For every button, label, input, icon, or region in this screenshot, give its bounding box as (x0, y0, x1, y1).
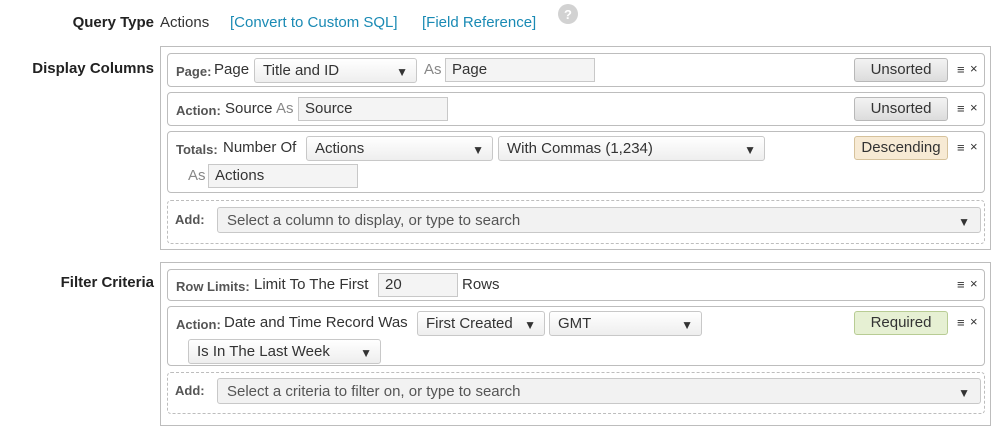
select-placeholder: Select a column to display, or type to s… (227, 212, 521, 229)
column-tag: Page: (176, 64, 212, 79)
filter-criteria-label: Filter Criteria (60, 274, 154, 291)
action-filter-row: Action: Date and Time Record Was First C… (167, 306, 985, 366)
display-columns-panel: Page: Page Title and ID ▼ As Page Unsort… (160, 46, 991, 250)
chevron-down-icon: ▼ (958, 215, 970, 229)
close-icon[interactable]: × (970, 100, 978, 115)
chevron-down-icon: ▼ (681, 318, 693, 332)
as-label: As (276, 100, 294, 117)
add-criteria-row: Add: Select a criteria to filter on, or … (167, 372, 985, 414)
row-limits-tag: Row Limits: (176, 279, 250, 294)
add-column-select[interactable]: Select a column to display, or type to s… (217, 207, 981, 233)
help-icon[interactable]: ? (558, 4, 578, 24)
select-value: First Created (426, 315, 513, 332)
sort-button[interactable]: Unsorted (854, 58, 948, 82)
display-columns-label: Display Columns (32, 60, 154, 77)
select-value: Is In The Last Week (197, 343, 330, 360)
chevron-down-icon: ▼ (472, 143, 484, 157)
drag-handle-icon[interactable]: ≡ (957, 140, 965, 155)
column-tag: Totals: (176, 142, 218, 157)
as-label: As (424, 61, 442, 78)
sort-button[interactable]: Descending (854, 136, 948, 160)
drag-handle-icon[interactable]: ≡ (957, 277, 965, 292)
drag-handle-icon[interactable]: ≡ (957, 62, 965, 77)
chevron-down-icon: ▼ (958, 386, 970, 400)
field-reference-link[interactable]: [Field Reference] (422, 14, 536, 31)
query-type-value: Actions (160, 14, 210, 31)
timezone-select[interactable]: GMT ▼ (549, 311, 702, 336)
column-text: Number Of (223, 139, 297, 156)
convert-to-custom-sql-link[interactable]: [Convert to Custom SQL] (230, 14, 398, 31)
column-text: Source (225, 100, 273, 117)
chevron-down-icon: ▼ (360, 346, 372, 360)
required-badge[interactable]: Required (854, 311, 948, 335)
select-value: GMT (558, 315, 592, 332)
alias-input-source[interactable]: Source (298, 97, 448, 121)
filter-criteria-panel: Row Limits: Limit To The First 20 Rows ≡… (160, 262, 991, 426)
add-label: Add: (175, 212, 205, 227)
row-limits-text: Limit To The First (254, 276, 369, 293)
filter-tag: Action: (176, 317, 221, 332)
drag-handle-icon[interactable]: ≡ (957, 315, 965, 330)
totals-field-select[interactable]: Actions ▼ (306, 136, 493, 161)
record-event-select[interactable]: First Created ▼ (417, 311, 545, 336)
drag-handle-icon[interactable]: ≡ (957, 101, 965, 116)
select-value: With Commas (1,234) (507, 140, 653, 157)
row-limits-row: Row Limits: Limit To The First 20 Rows ≡… (167, 269, 985, 301)
select-value: Title and ID (263, 62, 340, 79)
number-format-select[interactable]: With Commas (1,234) ▼ (498, 136, 765, 161)
sort-button[interactable]: Unsorted (854, 97, 948, 121)
column-row-page: Page: Page Title and ID ▼ As Page Unsort… (167, 53, 985, 87)
rows-text: Rows (462, 276, 500, 293)
column-row-source: Action: Source As Source Unsorted ≡ × (167, 92, 985, 126)
filter-text: Date and Time Record Was (224, 314, 408, 331)
alias-input-page[interactable]: Page (445, 58, 595, 82)
chevron-down-icon: ▼ (744, 143, 756, 157)
column-tag: Action: (176, 103, 221, 118)
column-text: Page (214, 61, 250, 78)
add-column-row: Add: Select a column to display, or type… (167, 200, 985, 244)
as-label: As (188, 167, 206, 184)
close-icon[interactable]: × (970, 139, 978, 154)
close-icon[interactable]: × (970, 314, 978, 329)
select-placeholder: Select a criteria to filter on, or type … (227, 383, 521, 400)
add-criteria-select[interactable]: Select a criteria to filter on, or type … (217, 378, 981, 404)
close-icon[interactable]: × (970, 61, 978, 76)
select-value: Actions (315, 140, 365, 157)
query-type-label: Query Type (72, 14, 154, 31)
date-range-select[interactable]: Is In The Last Week ▼ (188, 339, 381, 364)
chevron-down-icon: ▼ (524, 318, 536, 332)
row-limit-input[interactable]: 20 (378, 273, 458, 297)
chevron-down-icon: ▼ (396, 65, 408, 79)
column-row-totals: Totals: Number Of Actions ▼ With Commas … (167, 131, 985, 193)
close-icon[interactable]: × (970, 276, 978, 291)
alias-input-actions[interactable]: Actions (208, 164, 358, 188)
page-field-select[interactable]: Title and ID ▼ (254, 58, 417, 83)
add-label: Add: (175, 383, 205, 398)
